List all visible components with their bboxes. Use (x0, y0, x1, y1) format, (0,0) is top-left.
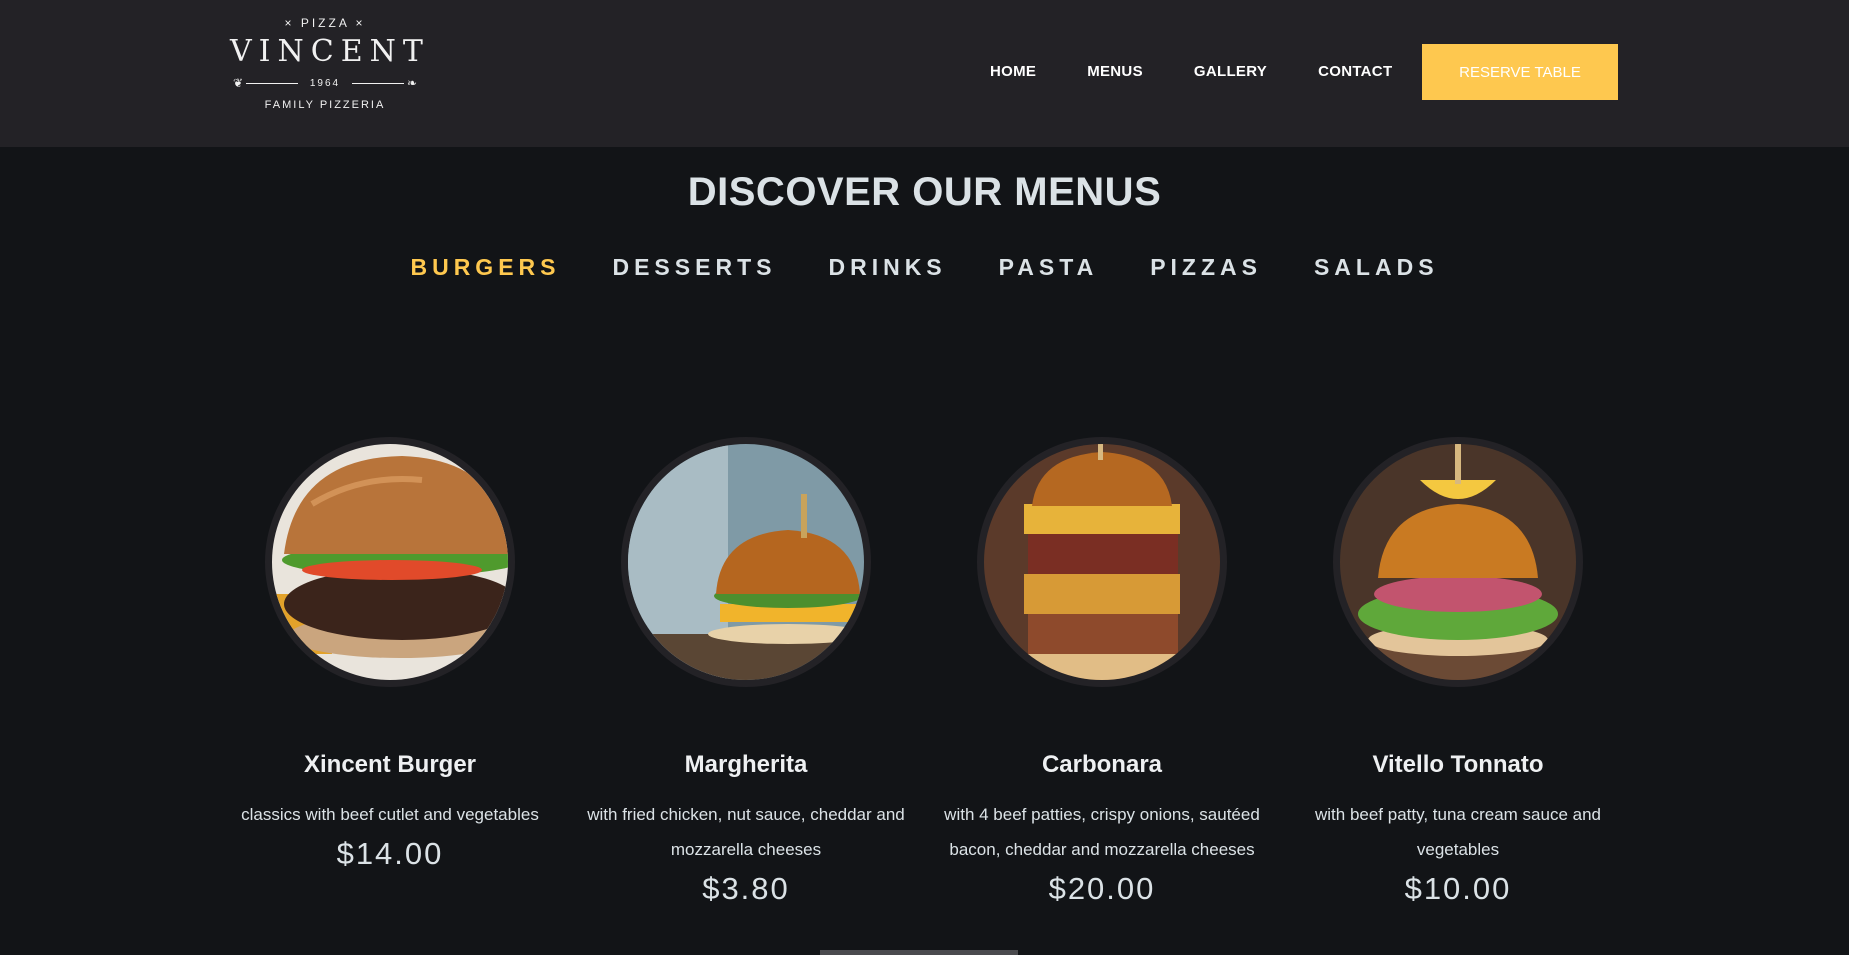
burger-photo[interactable] (984, 444, 1220, 680)
item-price: $14.00 (336, 836, 444, 871)
tab-desserts[interactable]: DESSERTS (612, 254, 776, 281)
logo-year-row: ❦ 1964 ❧ (230, 75, 420, 91)
tab-pasta[interactable]: PASTA (999, 254, 1099, 281)
menu-items: Xincent Burger classics with beef cutlet… (212, 437, 1636, 907)
item-image-frame (1333, 437, 1583, 687)
site-logo[interactable]: × PIZZA × VINCENT ❦ 1964 ❧ FAMILY PIZZER… (230, 14, 430, 128)
main-nav: HOME MENUS GALLERY CONTACT (990, 0, 1392, 143)
tab-salads[interactable]: SALADS (1314, 254, 1439, 281)
reserve-table-button[interactable]: RESERVE TABLE (1422, 44, 1618, 100)
logo-year: 1964 (309, 77, 341, 89)
site-header: × PIZZA × VINCENT ❦ 1964 ❧ FAMILY PIZZER… (0, 0, 1849, 147)
logo-divider (352, 82, 404, 84)
menu-item-card: Xincent Burger classics with beef cutlet… (212, 437, 568, 907)
carousel-scrollbar[interactable] (820, 950, 1018, 955)
tab-drinks[interactable]: DRINKS (828, 254, 946, 281)
item-name: Xincent Burger (303, 751, 477, 778)
item-price: $20.00 (1048, 871, 1156, 906)
burger-photo[interactable] (272, 444, 508, 680)
item-description: with fried chicken, nut sauce, cheddar a… (587, 805, 905, 859)
burger-photo[interactable] (1340, 444, 1576, 680)
item-price: $3.80 (702, 871, 790, 906)
item-image-frame (621, 437, 871, 687)
item-name: Margherita (684, 751, 808, 778)
tab-burgers[interactable]: BURGERS (410, 254, 560, 281)
item-image-frame (265, 437, 515, 687)
item-description: with 4 beef patties, crispy onions, saut… (944, 805, 1260, 859)
section-title: DISCOVER OUR MENUS (687, 170, 1162, 214)
item-name: Vitello Tonnato (1372, 751, 1544, 778)
menu-item-card: Margherita with fried chicken, nut sauce… (568, 437, 924, 907)
logo-pizza-text: × PIZZA × (284, 16, 366, 30)
nav-contact[interactable]: CONTACT (1318, 63, 1392, 80)
item-price: $10.00 (1404, 871, 1512, 906)
item-image-frame (977, 437, 1227, 687)
menu-item-card: Vitello Tonnato with beef patty, tuna cr… (1280, 437, 1636, 907)
logo-tagline: FAMILY PIZZERIA (264, 99, 386, 111)
logo-divider (246, 82, 298, 84)
item-description: with beef patty, tuna cream sauce and ve… (1314, 805, 1602, 859)
tab-pizzas[interactable]: PIZZAS (1150, 254, 1262, 281)
burger-photo[interactable] (628, 444, 864, 680)
item-description: classics with beef cutlet and vegetables (241, 805, 539, 824)
nav-gallery[interactable]: GALLERY (1194, 63, 1267, 80)
nav-menus[interactable]: MENUS (1087, 63, 1143, 80)
item-name: Carbonara (1041, 751, 1163, 778)
menu-tabs: BURGERS DESSERTS DRINKS PASTA PIZZAS SAL… (0, 254, 1849, 281)
leaf-icon: ❦ (233, 76, 244, 90)
menu-item-card: Carbonara with 4 beef patties, crispy on… (924, 437, 1280, 907)
leaf-icon: ❧ (406, 76, 417, 90)
logo-name: VINCENT (230, 34, 430, 69)
nav-home[interactable]: HOME (990, 63, 1036, 80)
